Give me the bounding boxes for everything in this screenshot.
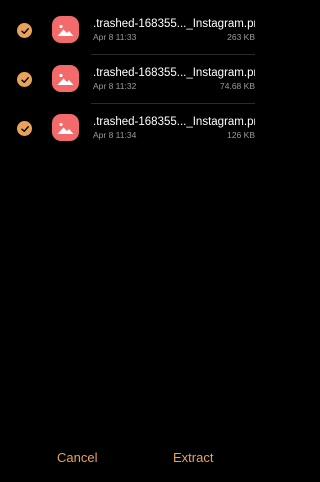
file-row[interactable]: .trashed-168355..._Instagram.png Apr 8 1… [0,55,269,104]
cancel-button[interactable]: Cancel [57,448,97,468]
file-date: Apr 8 11:34 [93,130,137,140]
file-info: .trashed-168355..._Instagram.png Apr 8 1… [93,115,255,141]
image-icon [52,16,79,43]
file-date: Apr 8 11:32 [93,81,137,91]
file-row[interactable]: .trashed-168355..._Instagram.png Apr 8 1… [0,104,269,153]
file-info: .trashed-168355..._Instagram.png Apr 8 1… [93,17,255,43]
extract-button[interactable]: Extract [173,448,213,468]
checkbox-checked-icon[interactable] [17,72,32,87]
file-meta: Apr 8 11:32 74.68 KB [93,81,255,92]
file-name: .trashed-168355..._Instagram.png [93,67,255,79]
file-info: .trashed-168355..._Instagram.png Apr 8 1… [93,66,255,92]
file-name: .trashed-168355..._Instagram.png [93,18,255,30]
checkbox-checked-icon[interactable] [17,23,32,38]
file-size: 126 KB [227,130,255,140]
checkbox-checked-icon[interactable] [17,121,32,136]
image-icon [52,65,79,92]
file-size: 263 KB [227,32,255,42]
checkmark-icon [20,76,29,83]
file-date: Apr 8 11:33 [93,32,137,42]
file-size: 74.68 KB [220,81,255,91]
image-icon [52,114,79,141]
extract-dialog: .trashed-168355..._Instagram.png Apr 8 1… [0,0,269,482]
checkmark-icon [20,125,29,132]
file-list: .trashed-168355..._Instagram.png Apr 8 1… [0,6,269,153]
checkmark-icon [20,27,29,34]
file-meta: Apr 8 11:34 126 KB [93,130,255,141]
file-meta: Apr 8 11:33 263 KB [93,32,255,43]
dialog-actions: Cancel Extract [0,448,269,468]
file-row[interactable]: .trashed-168355..._Instagram.png Apr 8 1… [0,6,269,55]
file-name: .trashed-168355..._Instagram.png [93,116,255,128]
